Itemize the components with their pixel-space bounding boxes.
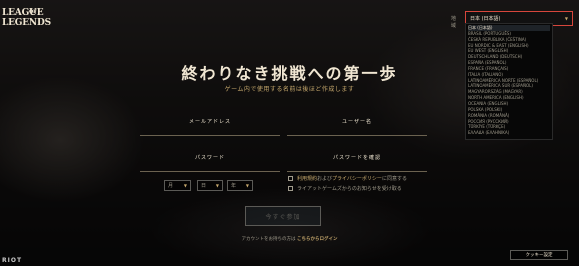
riot-logo[interactable]: RIOT [2,257,22,264]
terms-link[interactable]: 利用規約 [297,176,317,182]
cookie-settings-button[interactable]: クッキー設定 [510,250,568,260]
dob-month-label: 月 [168,183,174,189]
language-option[interactable]: ΕΛΛΑΔΑ (ΕΛΛΗΝΙΚΑ) [468,130,550,136]
terms-text: 利用規約およびプライバシーポリシーに同意する [297,175,407,182]
terms-and: および [317,176,333,182]
language-label: 地域 [451,16,457,29]
dob-month-select[interactable]: 月 ▼ [164,180,191,191]
chevron-down-icon: ▼ [183,183,187,188]
language-dropdown-list[interactable]: 日本 (日本語) BRASIL (PORTUGUÊS) ČESKÁ REPUBL… [465,23,553,140]
join-now-button[interactable]: 今すぐ参加 [245,206,321,226]
username-label: ユーザー名 [342,119,372,125]
confirm-password-input-underline[interactable] [287,171,427,172]
language-selected: 日本 (日本語) [470,16,501,22]
logo-line1: LEAGUE [2,8,44,18]
login-prompt-text: アカウントをお持ちの方は [241,237,296,242]
newsletter-text: ライアットゲームズからのお知らせを受け取る [297,186,402,192]
password-field[interactable]: パスワード [140,154,280,172]
logo-of: OF [29,9,37,15]
terms-suffix: に同意する [381,176,407,182]
confirm-password-label: パスワードを確認 [332,155,381,161]
league-logo[interactable]: LEAGUE OF LEGENDS [2,8,51,28]
confirm-password-field[interactable]: パスワードを確認 [287,154,427,172]
login-link[interactable]: こちらからログイン [297,237,338,242]
terms-checkbox[interactable] [288,176,293,181]
chevron-down-icon: ▼ [215,183,219,188]
username-input-underline[interactable] [287,135,427,136]
email-field[interactable]: メールアドレス [140,118,280,136]
chevron-down-icon: ▼ [245,183,249,188]
dob-year-label: 年 [231,183,237,189]
username-field[interactable]: ユーザー名 [287,118,427,136]
chevron-down-icon: ▼ [564,16,568,21]
dob-year-select[interactable]: 年 ▼ [227,180,253,191]
email-input-underline[interactable] [140,135,280,136]
logo-line2: LEGENDS [2,18,51,28]
newsletter-checkbox-row[interactable]: ライアットゲームズからのお知らせを受け取る [288,185,402,192]
password-label: パスワード [194,155,225,161]
login-prompt: アカウントをお持ちの方は こちらからログイン [0,236,579,242]
privacy-link[interactable]: プライバシーポリシー [332,176,382,182]
password-input-underline[interactable] [140,171,280,172]
terms-checkbox-row[interactable]: 利用規約およびプライバシーポリシーに同意する [288,175,407,182]
email-label: メールアドレス [188,119,231,125]
newsletter-checkbox[interactable] [288,186,293,191]
dob-day-select[interactable]: 日 ▼ [197,180,223,191]
dob-day-label: 日 [201,183,207,189]
